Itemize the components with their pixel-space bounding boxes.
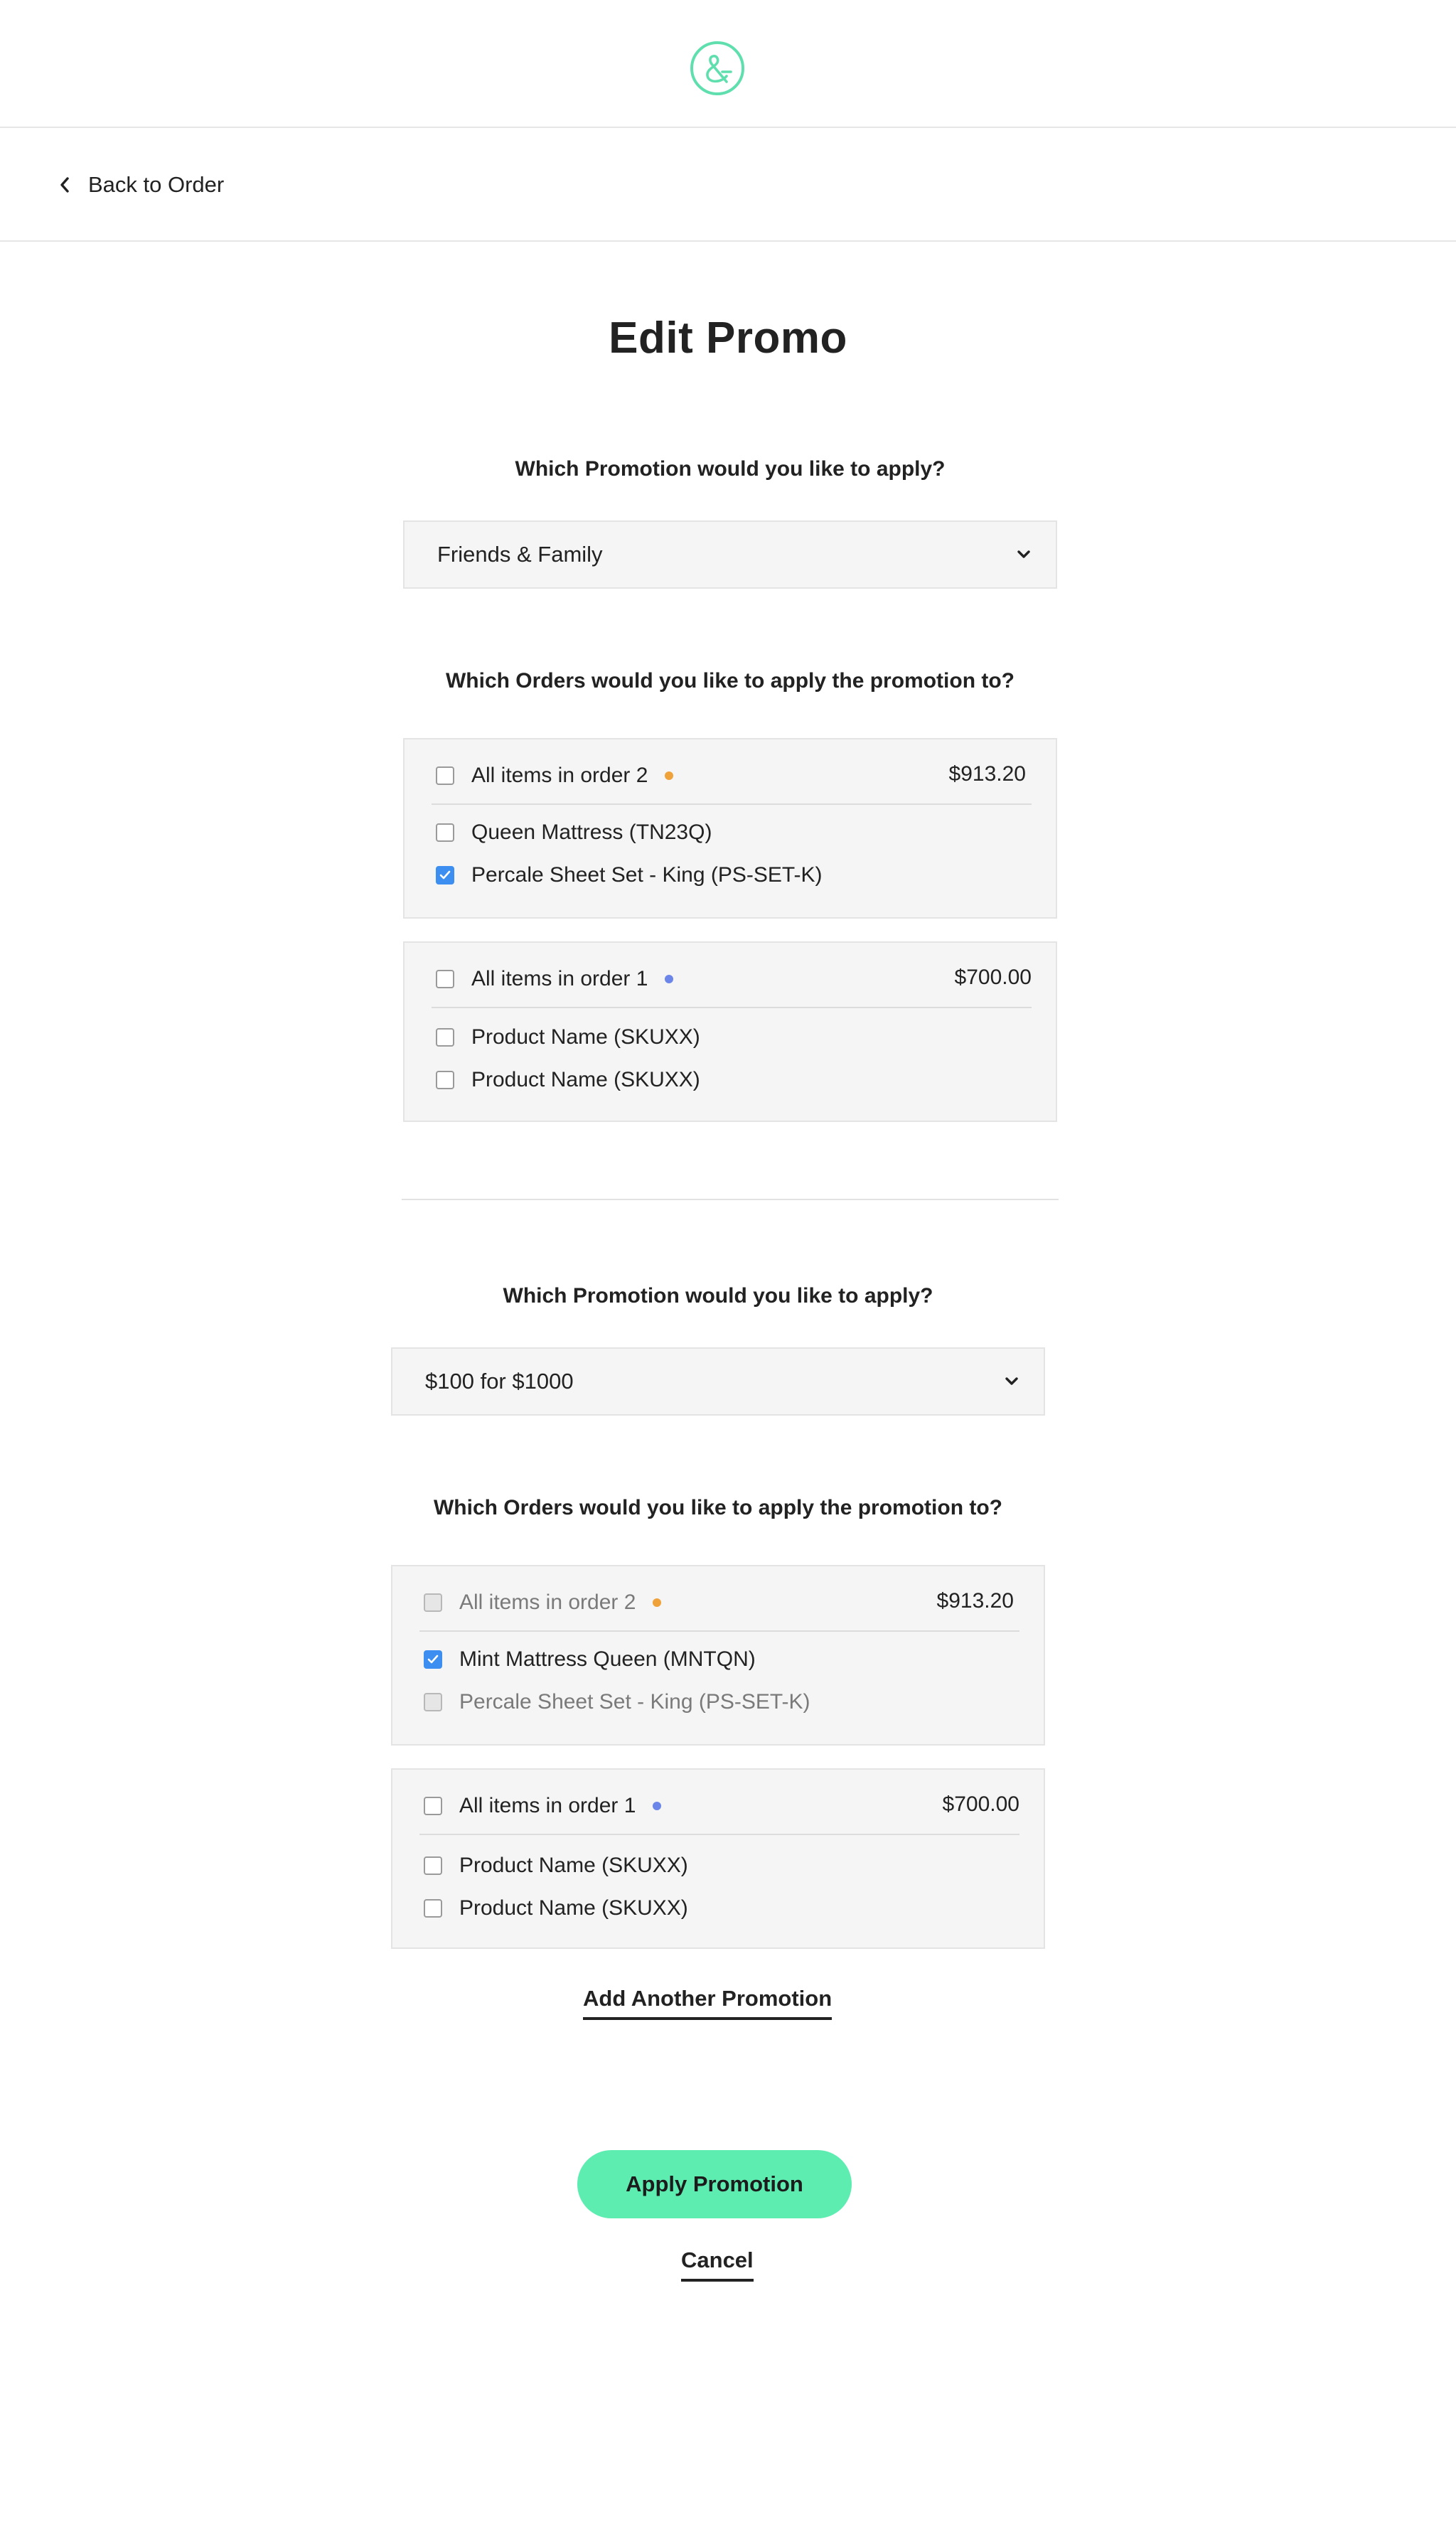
promotion-question: Which Promotion would you like to apply? bbox=[515, 457, 946, 481]
item-checkbox-checked[interactable] bbox=[436, 866, 454, 884]
item-label: Product Name (SKUXX) bbox=[459, 1854, 688, 1877]
item-label: Percale Sheet Set - King (PS-SET-K) bbox=[459, 1690, 810, 1714]
checkmark-icon bbox=[427, 1655, 439, 1664]
order-select-all-row[interactable]: All items in order 1 bbox=[424, 1794, 662, 1818]
section-divider bbox=[402, 1199, 1059, 1200]
order-checkbox[interactable] bbox=[436, 970, 454, 988]
ampersand-logo-icon[interactable] bbox=[690, 41, 745, 96]
promotion-select[interactable]: $100 for $1000 bbox=[391, 1347, 1045, 1416]
item-label: Product Name (SKUXX) bbox=[471, 1068, 700, 1091]
card-divider bbox=[419, 1630, 1019, 1632]
order-item-row[interactable]: Product Name (SKUXX) bbox=[436, 1068, 700, 1092]
card-divider bbox=[419, 1834, 1019, 1835]
order-item-row[interactable]: Product Name (SKUXX) bbox=[424, 1854, 688, 1878]
order-card: All items in order 2 $913.20 Mint Mattre… bbox=[391, 1565, 1045, 1746]
order-checkbox[interactable] bbox=[424, 1797, 442, 1815]
cancel-link[interactable]: Cancel bbox=[681, 2248, 754, 2282]
chevron-down-icon bbox=[1017, 550, 1030, 558]
order-item-row: Percale Sheet Set - King (PS-SET-K) bbox=[424, 1690, 810, 1714]
order-label: All items in order 1 bbox=[471, 967, 648, 990]
order-color-dot bbox=[653, 1802, 662, 1810]
back-link-label: Back to Order bbox=[88, 172, 225, 197]
order-item-row[interactable]: Percale Sheet Set - King (PS-SET-K) bbox=[436, 863, 823, 887]
item-checkbox[interactable] bbox=[424, 1899, 442, 1918]
promotion-select[interactable]: Friends & Family bbox=[403, 520, 1057, 589]
apply-promotion-button[interactable]: Apply Promotion bbox=[577, 2150, 852, 2218]
add-another-promotion-link[interactable]: Add Another Promotion bbox=[583, 1986, 833, 2020]
chevron-left-icon bbox=[60, 177, 69, 193]
order-label: All items in order 1 bbox=[459, 1794, 636, 1817]
orders-question: Which Orders would you like to apply the… bbox=[445, 669, 1015, 693]
order-card: All items in order 1 $700.00 Product Nam… bbox=[403, 941, 1057, 1122]
item-checkbox[interactable] bbox=[436, 1071, 454, 1089]
order-price: $700.00 bbox=[942, 1792, 1019, 1816]
order-item-row[interactable]: Mint Mattress Queen (MNTQN) bbox=[424, 1647, 756, 1672]
card-divider bbox=[432, 1007, 1032, 1008]
order-select-all-row[interactable]: All items in order 1 bbox=[436, 967, 674, 991]
page-title: Edit Promo bbox=[609, 314, 847, 363]
back-bar: Back to Order bbox=[0, 128, 1456, 242]
item-checkbox-disabled bbox=[424, 1693, 442, 1711]
promotion-question: Which Promotion would you like to apply? bbox=[503, 1284, 933, 1308]
order-card: All items in order 1 $700.00 Product Nam… bbox=[391, 1768, 1045, 1949]
order-checkbox[interactable] bbox=[436, 766, 454, 785]
promotion-select-value: $100 for $1000 bbox=[425, 1369, 574, 1394]
item-label: Product Name (SKUXX) bbox=[459, 1896, 688, 1920]
order-price: $913.20 bbox=[948, 762, 1026, 786]
chevron-down-icon bbox=[1005, 1377, 1018, 1385]
order-color-dot bbox=[665, 975, 674, 983]
order-price: $700.00 bbox=[954, 966, 1032, 989]
order-item-row[interactable]: Product Name (SKUXX) bbox=[424, 1896, 688, 1920]
item-label: Product Name (SKUXX) bbox=[471, 1025, 700, 1049]
item-checkbox[interactable] bbox=[424, 1856, 442, 1875]
item-checkbox-checked[interactable] bbox=[424, 1650, 442, 1669]
apply-promotion-label: Apply Promotion bbox=[626, 2171, 803, 2196]
top-bar bbox=[0, 0, 1456, 128]
order-select-all-row: All items in order 2 bbox=[424, 1591, 662, 1615]
order-color-dot bbox=[653, 1598, 662, 1607]
promotion-select-value: Friends & Family bbox=[437, 542, 603, 567]
card-divider bbox=[432, 803, 1032, 805]
item-label: Percale Sheet Set - King (PS-SET-K) bbox=[471, 863, 823, 887]
order-color-dot bbox=[665, 771, 674, 780]
order-label: All items in order 2 bbox=[471, 764, 648, 787]
order-checkbox-disabled bbox=[424, 1593, 442, 1612]
item-checkbox[interactable] bbox=[436, 1028, 454, 1047]
order-card: All items in order 2 $913.20 Queen Mattr… bbox=[403, 738, 1057, 919]
item-label: Mint Mattress Queen (MNTQN) bbox=[459, 1647, 756, 1671]
order-item-row[interactable]: Queen Mattress (TN23Q) bbox=[436, 821, 712, 845]
checkmark-icon bbox=[439, 870, 451, 880]
item-label: Queen Mattress (TN23Q) bbox=[471, 821, 712, 844]
back-to-order-link[interactable]: Back to Order bbox=[57, 168, 224, 202]
order-price: $913.20 bbox=[936, 1589, 1014, 1613]
item-checkbox[interactable] bbox=[436, 823, 454, 842]
order-select-all-row[interactable]: All items in order 2 bbox=[436, 764, 674, 788]
orders-question: Which Orders would you like to apply the… bbox=[433, 1496, 1002, 1519]
order-label: All items in order 2 bbox=[459, 1591, 636, 1614]
order-item-row[interactable]: Product Name (SKUXX) bbox=[436, 1025, 700, 1049]
